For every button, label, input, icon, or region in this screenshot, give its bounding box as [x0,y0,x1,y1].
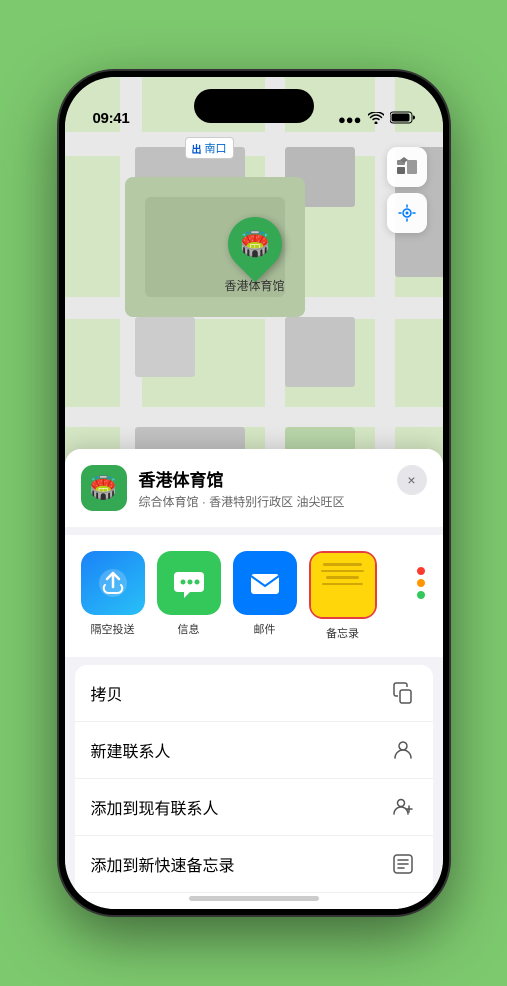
notes-label: 备忘录 [326,625,359,641]
action-new-contact-label: 新建联系人 [91,738,171,762]
share-item-mail[interactable]: 邮件 [233,551,297,641]
action-quick-note-label: 添加到新快速备忘录 [91,852,235,876]
action-list: 拷贝 新建联系人 [75,665,433,909]
more-icon [389,551,443,615]
location-subtitle: 综合体育馆 · 香港特别行政区 油尖旺区 [139,493,427,510]
copy-icon [389,679,417,707]
stadium-pin: 🏟️ 香港体育馆 [225,217,285,294]
action-add-existing[interactable]: 添加到现有联系人 [75,779,433,836]
home-indicator [189,896,319,901]
notes-icon [311,553,375,617]
dynamic-island [194,89,314,123]
location-header: 🏟️ 香港体育馆 综合体育馆 · 香港特别行政区 油尖旺区 × [65,449,443,527]
phone-frame: 09:41 ●●● [59,71,449,915]
person-add-icon [389,793,417,821]
messages-label: 信息 [178,621,200,637]
messages-icon [157,551,221,615]
mail-label: 邮件 [254,621,276,637]
battery-icon [390,111,415,127]
map-area: 出 南口 [65,77,443,507]
map-type-button[interactable] [387,147,427,187]
share-item-airdrop[interactable]: 隔空投送 [81,551,145,641]
status-icons: ●●● [338,111,415,127]
mail-icon [233,551,297,615]
print-icon [389,907,417,909]
bottom-sheet: 🏟️ 香港体育馆 综合体育馆 · 香港特别行政区 油尖旺区 × [65,449,443,909]
person-icon [389,736,417,764]
note-icon [389,850,417,878]
map-label: 出 南口 [185,137,234,159]
notes-icon-wrapper [309,551,377,619]
location-name: 香港体育馆 [139,466,427,491]
status-time: 09:41 [93,110,130,127]
airdrop-label: 隔空投送 [91,621,135,637]
location-button[interactable] [387,193,427,233]
close-button[interactable]: × [397,465,427,495]
map-controls[interactable] [387,147,427,233]
signal-icon: ●●● [338,112,362,127]
action-add-existing-label: 添加到现有联系人 [91,795,219,819]
share-item-messages[interactable]: 信息 [157,551,221,641]
share-row: 隔空投送 信息 [65,535,443,657]
wifi-icon [368,112,384,127]
phone-screen: 09:41 ●●● [65,77,443,909]
location-icon: 🏟️ [81,465,127,511]
share-item-notes[interactable]: 备忘录 [309,551,377,641]
airdrop-icon [81,551,145,615]
action-copy[interactable]: 拷贝 [75,665,433,722]
action-quick-note[interactable]: 添加到新快速备忘录 [75,836,433,893]
action-copy-label: 拷贝 [91,681,123,705]
location-info: 香港体育馆 综合体育馆 · 香港特别行政区 油尖旺区 [139,466,427,510]
action-new-contact[interactable]: 新建联系人 [75,722,433,779]
share-item-more[interactable] [389,551,443,641]
